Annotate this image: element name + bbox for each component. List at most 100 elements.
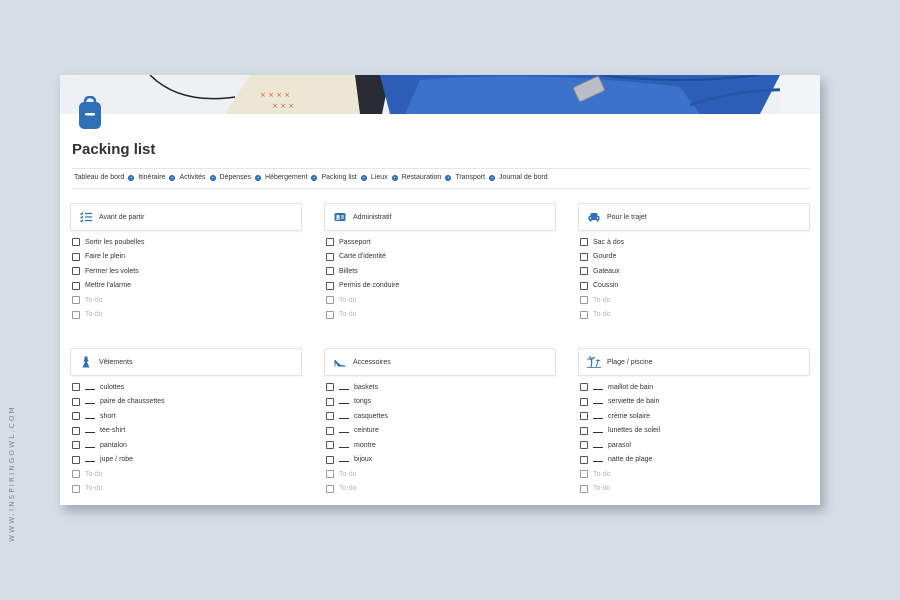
- todo-item[interactable]: Gateaux: [580, 264, 810, 279]
- breadcrumb-link[interactable]: Transport: [455, 174, 485, 181]
- section-header[interactable]: Plage / piscine: [578, 348, 810, 376]
- todo-placeholder[interactable]: To-do: [326, 308, 556, 323]
- checkbox[interactable]: [72, 397, 80, 406]
- todo-placeholder[interactable]: To-do: [72, 482, 302, 497]
- todo-item[interactable]: parasol: [580, 438, 810, 453]
- todo-item[interactable]: bijoux: [326, 453, 556, 468]
- todo-item[interactable]: natte de plage: [580, 453, 810, 468]
- checkbox[interactable]: [580, 455, 588, 464]
- checkbox[interactable]: [326, 238, 334, 247]
- checkbox[interactable]: [72, 383, 80, 392]
- todo-item[interactable]: Sac à dos: [580, 235, 810, 250]
- breadcrumb-link[interactable]: Hébergement: [265, 174, 307, 181]
- todo-item[interactable]: Sortir les poubelles: [72, 235, 302, 250]
- todo-item[interactable]: crème solaire: [580, 409, 810, 424]
- todo-item[interactable]: serviette de bain: [580, 395, 810, 410]
- checkbox[interactable]: [326, 484, 334, 493]
- checkbox[interactable]: [326, 412, 334, 421]
- todo-item[interactable]: Mettre l'alarme: [72, 279, 302, 294]
- todo-item[interactable]: tee-shirt: [72, 424, 302, 439]
- todo-placeholder[interactable]: To-do: [580, 308, 810, 323]
- checkbox[interactable]: [580, 397, 588, 406]
- checkbox[interactable]: [72, 484, 80, 493]
- todo-item[interactable]: maillot de bain: [580, 380, 810, 395]
- todo-item[interactable]: short: [72, 409, 302, 424]
- checkbox[interactable]: [326, 281, 334, 290]
- checkbox[interactable]: [580, 296, 588, 305]
- checkbox[interactable]: [72, 310, 80, 319]
- checkbox[interactable]: [326, 383, 334, 392]
- todo-item[interactable]: baskets: [326, 380, 556, 395]
- checkbox[interactable]: [72, 281, 80, 290]
- todo-placeholder[interactable]: To-do: [580, 482, 810, 497]
- todo-item[interactable]: lunettes de soleil: [580, 424, 810, 439]
- todo-item[interactable]: Gourde: [580, 250, 810, 265]
- todo-item[interactable]: Permis de conduire: [326, 279, 556, 294]
- checkbox[interactable]: [326, 470, 334, 479]
- section-header[interactable]: Vêtements: [70, 348, 302, 376]
- checkbox[interactable]: [72, 426, 80, 435]
- todo-item[interactable]: pantalon: [72, 438, 302, 453]
- todo-item[interactable]: casquettes: [326, 409, 556, 424]
- todo-item[interactable]: jupe / robe: [72, 453, 302, 468]
- checkbox[interactable]: [326, 426, 334, 435]
- checkbox[interactable]: [580, 310, 588, 319]
- checkbox[interactable]: [326, 252, 334, 261]
- breadcrumb-link[interactable]: Lieux: [371, 174, 388, 181]
- todo-item[interactable]: ceinture: [326, 424, 556, 439]
- checkbox[interactable]: [580, 252, 588, 261]
- todo-item[interactable]: Coussin: [580, 279, 810, 294]
- todo-item[interactable]: Passeport: [326, 235, 556, 250]
- checkbox[interactable]: [326, 267, 334, 276]
- todo-placeholder[interactable]: To-do: [326, 482, 556, 497]
- todo-placeholder[interactable]: To-do: [580, 467, 810, 482]
- checkbox[interactable]: [326, 441, 334, 450]
- breadcrumb-link[interactable]: Tableau de bord: [74, 174, 124, 181]
- checkbox[interactable]: [72, 252, 80, 261]
- todo-placeholder[interactable]: To-do: [72, 467, 302, 482]
- section-header[interactable]: Administratif: [324, 203, 556, 231]
- checkbox[interactable]: [326, 397, 334, 406]
- breadcrumb-link[interactable]: Dépenses: [220, 174, 252, 181]
- checkbox[interactable]: [72, 412, 80, 421]
- checkbox[interactable]: [580, 238, 588, 247]
- checkbox[interactable]: [72, 238, 80, 247]
- section-header[interactable]: Avant de partir: [70, 203, 302, 231]
- checkbox[interactable]: [326, 455, 334, 464]
- checkbox[interactable]: [326, 310, 334, 319]
- todo-placeholder[interactable]: To-do: [326, 467, 556, 482]
- todo-placeholder[interactable]: To-do: [326, 293, 556, 308]
- checkbox[interactable]: [72, 441, 80, 450]
- checkbox[interactable]: [72, 470, 80, 479]
- breadcrumb-link[interactable]: Itinéraire: [138, 174, 165, 181]
- checkbox[interactable]: [326, 296, 334, 305]
- todo-item[interactable]: paire de chaussettes: [72, 395, 302, 410]
- breadcrumb-link[interactable]: Packing list: [321, 174, 356, 181]
- checkbox[interactable]: [72, 296, 80, 305]
- breadcrumb-link[interactable]: Restauration: [402, 174, 442, 181]
- todo-item[interactable]: montre: [326, 438, 556, 453]
- todo-item[interactable]: Faire le plein: [72, 250, 302, 265]
- checkbox[interactable]: [580, 281, 588, 290]
- todo-placeholder[interactable]: To-do: [580, 293, 810, 308]
- checkbox[interactable]: [580, 484, 588, 493]
- todo-placeholder[interactable]: To-do: [72, 308, 302, 323]
- checkbox[interactable]: [580, 441, 588, 450]
- checkbox[interactable]: [580, 267, 588, 276]
- todo-item[interactable]: culottes: [72, 380, 302, 395]
- checkbox[interactable]: [580, 412, 588, 421]
- breadcrumb-link[interactable]: Journal de bord: [499, 174, 548, 181]
- checkbox[interactable]: [580, 383, 588, 392]
- todo-placeholder[interactable]: To-do: [72, 293, 302, 308]
- todo-item[interactable]: Fermer les volets: [72, 264, 302, 279]
- checkbox[interactable]: [72, 455, 80, 464]
- checkbox[interactable]: [72, 267, 80, 276]
- section-header[interactable]: Accessoires: [324, 348, 556, 376]
- todo-item[interactable]: Carte d'identité: [326, 250, 556, 265]
- checkbox[interactable]: [580, 470, 588, 479]
- todo-item[interactable]: Billets: [326, 264, 556, 279]
- todo-item[interactable]: tongs: [326, 395, 556, 410]
- checkbox[interactable]: [580, 426, 588, 435]
- section-header[interactable]: Pour le trajet: [578, 203, 810, 231]
- breadcrumb-link[interactable]: Activités: [179, 174, 205, 181]
